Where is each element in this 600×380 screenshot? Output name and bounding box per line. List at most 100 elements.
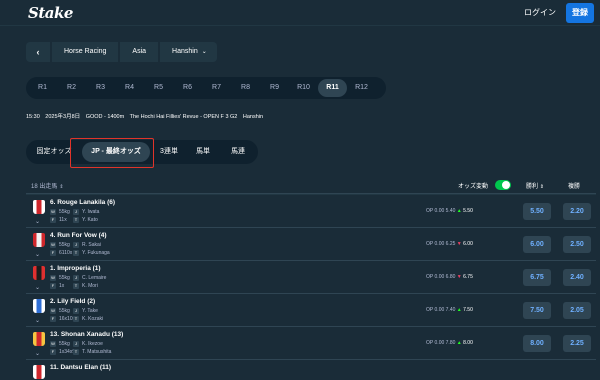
race-tab-r9[interactable]: R9 [260,79,289,97]
breadcrumb-asia[interactable]: Asia [120,42,159,62]
current-odds: 6.00 [463,241,473,247]
tab-fixed-odds[interactable]: 固定オッズ [30,142,78,162]
jockey-silk-icon [33,299,45,313]
odds-movement: OP 0.00 6.80 ▼ 6.75 [426,274,473,280]
arrow-down-icon: ▼ [456,241,462,247]
win-odds-button[interactable]: 6.00 [523,236,551,253]
chevron-down-icon[interactable]: ⌄ [35,284,40,291]
chevron-left-icon: ‹ [36,47,40,57]
jockey-silk-icon [33,332,45,346]
weight-tag: W [50,308,56,314]
chevron-down-icon: ⌄ [201,49,207,55]
race-tab-r11[interactable]: R11 [318,79,347,97]
table-row: ⌄11. Dantsu Elan (11) [26,360,596,380]
current-odds: 7.50 [463,307,473,313]
trainer-tag: T [73,316,79,322]
race-venue: Hanshin [242,114,264,120]
weight-tag: W [50,242,56,248]
horse-weight: 55kg [59,242,70,248]
win-odds-button[interactable]: 7.50 [523,302,551,319]
trainer-name: K. Mori [82,283,98,289]
horse-meta-line-2: F 16x10xT K. Kozaki [50,316,103,322]
stake-logo[interactable]: Stake [28,4,73,22]
previous-odds: 6.25 [445,241,456,247]
jockey-name: R. Sakai [82,242,101,248]
place-odds-button[interactable]: 2.40 [563,269,591,286]
win-odds-button[interactable]: 5.50 [523,203,551,220]
previous-odds: 7.80 [445,340,456,346]
trainer-name: K. Kozaki [82,316,104,322]
table-row: ⌄ 13. Shonan Xanadu (13) W 55kg J K. Ikezoe F 1… [26,327,596,360]
back-button[interactable]: ‹ [26,42,50,62]
trainer-name: Y. Fukunaga [82,250,110,256]
race-tab-r8[interactable]: R8 [231,79,260,97]
race-tab-r1[interactable]: R1 [28,79,57,97]
breadcrumb-horse-racing[interactable]: Horse Racing [52,42,119,62]
top-bar: Stake ログイン 登録 [0,0,600,26]
place-odds-button[interactable]: 2.05 [563,302,591,319]
horse-meta-line-1: W 55kg J R. Sakai [50,242,101,248]
previous-odds: 7.40 [445,307,456,313]
sort-icon: ⇕ [539,184,544,190]
win-header[interactable]: 勝利 ⇕ [526,181,544,190]
race-tab-r5[interactable]: R5 [144,79,173,97]
race-info: 15:30 2025年3月8日 GOOD - 1400m The Hochi H… [26,112,267,120]
horse-name: 11. Dantsu Elan (11) [50,364,112,371]
race-tab-r10[interactable]: R10 [289,79,318,97]
trainer-name: T. Matsushita [82,349,112,355]
race-tab-r7[interactable]: R7 [202,79,231,97]
tab-exacta[interactable]: 馬単 [188,142,218,162]
race-tab-r6[interactable]: R6 [173,79,202,97]
opening-odds: OP 0.00 [426,274,445,280]
table-row: ⌄ 1. Improperia (1) W 55kg J C. Lemaire F 1x T K.… [26,261,596,294]
jockey-tag: J [73,209,79,215]
trainer-name: Y. Kato [82,217,98,223]
form-tag: F [50,217,56,223]
current-odds: 5.50 [463,208,473,214]
tab-quinella[interactable]: 馬連 [222,142,254,162]
place-odds-button[interactable]: 2.20 [563,203,591,220]
horse-meta-line-2: F 1x34x9T T. Matsushita [50,349,111,355]
chevron-down-icon[interactable]: ⌄ [35,251,40,258]
previous-odds: 6.80 [445,274,456,280]
tab-trifecta[interactable]: 3連単 [154,142,184,162]
race-tab-r4[interactable]: R4 [115,79,144,97]
runners-table: 18 出走馬 ⇕ オッズ変動 勝利 ⇕ 複勝 ⌄ 6. Rouge Lanakila… [26,176,596,380]
register-button[interactable]: 登録 [566,3,594,23]
jockey-name: C. Lemaire [82,275,107,281]
horse-name: 1. Improperia (1) [50,265,101,272]
chevron-down-icon[interactable]: ⌄ [35,317,40,324]
breadcrumb-hanshin-dropdown[interactable]: Hanshin ⌄ [160,42,217,62]
place-header: 複勝 [568,184,581,190]
login-button[interactable]: ログイン [522,5,558,21]
weight-tag: W [50,209,56,215]
odds-change-toggle[interactable] [495,180,511,190]
horse-form: 6110x [59,250,73,256]
arrow-up-icon: ▲ [456,340,462,346]
opening-odds: OP 0.00 [426,208,445,214]
win-odds-button[interactable]: 6.75 [523,269,551,286]
tab-jp-final-odds[interactable]: JP - 最終オッズ [82,142,150,162]
arrow-up-icon: ▲ [456,208,462,214]
horse-name: 2. Lily Field (2) [50,298,96,305]
win-odds-button[interactable]: 8.00 [523,335,551,352]
odds-movement: OP 0.00 5.40 ▲ 5.50 [426,208,473,214]
race-tab-r3[interactable]: R3 [86,79,115,97]
chevron-down-icon[interactable]: ⌄ [35,218,40,225]
opening-odds: OP 0.00 [426,340,445,346]
chevron-down-icon[interactable]: ⌄ [35,350,40,357]
place-odds-button[interactable]: 2.50 [563,236,591,253]
jockey-tag: J [73,242,79,248]
odds-change-label: オッズ変動 [458,184,489,190]
horse-meta-line-1: W 55kg J K. Ikezoe [50,341,103,347]
opening-odds: OP 0.00 [426,307,445,313]
trainer-tag: T [73,217,79,223]
horse-meta-line-2: F 1x T K. Mori [50,283,98,289]
horse-weight: 55kg [59,209,70,215]
runners-count-header[interactable]: 18 出走馬 ⇕ [31,181,64,190]
race-tab-r2[interactable]: R2 [57,79,86,97]
race-tab-r12[interactable]: R12 [347,79,376,97]
horse-meta-line-1: W 55kg J Y. Take [50,308,98,314]
place-odds-button[interactable]: 2.25 [563,335,591,352]
jockey-name: Y. Take [82,308,98,314]
